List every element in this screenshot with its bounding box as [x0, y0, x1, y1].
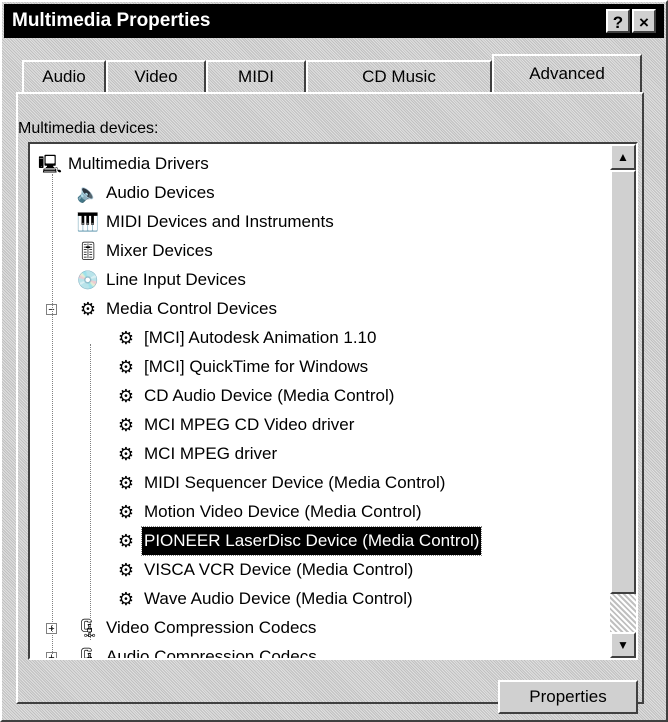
- title-bar[interactable]: Multimedia Properties ? ×: [4, 4, 664, 38]
- tab-midi[interactable]: MIDI: [206, 60, 306, 92]
- device-icon: ⚙: [117, 415, 135, 435]
- tree-item-label: Line Input Devices: [106, 270, 246, 289]
- tree-item[interactable]: ⚙ MCI MPEG CD Video driver: [30, 411, 605, 439]
- tree-item-label: Audio Compression Codecs: [106, 647, 317, 660]
- tree-item-label: Mixer Devices: [106, 241, 213, 260]
- tree-item-label: MIDI Devices and Instruments: [106, 212, 334, 231]
- device-icon: ⚙: [117, 589, 135, 609]
- tree-item[interactable]: ⚙ Motion Video Device (Media Control): [30, 498, 605, 526]
- tree-item-selected[interactable]: ⚙ PIONEER LaserDisc Device (Media Control…: [30, 526, 605, 556]
- tree-item-label: [MCI] QuickTime for Windows: [144, 357, 369, 376]
- help-button[interactable]: ?: [606, 9, 630, 33]
- tree-item[interactable]: 🖳 Multimedia Drivers: [30, 150, 605, 178]
- tree-item-label: Multimedia Drivers: [68, 154, 209, 173]
- tab-cd-music[interactable]: CD Music: [306, 60, 492, 92]
- mixer-icon: 🎚: [76, 241, 100, 261]
- midi-icon: 🎹: [76, 212, 100, 232]
- tree-item[interactable]: 💿 Line Input Devices: [30, 266, 605, 294]
- computer-icon: 🖳: [38, 154, 63, 174]
- device-icon: ⚙: [117, 386, 135, 406]
- multimedia-devices-label: Multimedia devices:: [18, 120, 159, 137]
- tree-item[interactable]: ⚙ Wave Audio Device (Media Control): [30, 585, 605, 613]
- tree-item[interactable]: + 🗜 Video Compression Codecs: [30, 614, 605, 642]
- tree-item-label: Motion Video Device (Media Control): [144, 502, 422, 521]
- tree-item-label: MIDI Sequencer Device (Media Control): [144, 473, 446, 492]
- codec-icon: 🗜: [76, 647, 100, 660]
- tree-item[interactable]: ⚙ VISCA VCR Device (Media Control): [30, 556, 605, 584]
- tree-item-label: MCI MPEG CD Video driver: [144, 415, 355, 434]
- tab-strip: Audio Video MIDI CD Music Advanced: [20, 54, 644, 94]
- tree-item[interactable]: ⚙ [MCI] Autodesk Animation 1.10: [30, 324, 605, 352]
- device-icon: ⚙: [117, 560, 135, 580]
- tree-item[interactable]: ⚙ CD Audio Device (Media Control): [30, 382, 605, 410]
- tree-item-label: PIONEER LaserDisc Device (Media Control): [140, 526, 483, 556]
- tree-item-label: Wave Audio Device (Media Control): [144, 589, 413, 608]
- tree-item[interactable]: ⚙ MIDI Sequencer Device (Media Control): [30, 469, 605, 497]
- device-icon: ⚙: [117, 502, 135, 522]
- device-icon: ⚙: [117, 444, 135, 464]
- scroll-thumb[interactable]: [610, 170, 636, 594]
- tree-item-label: VISCA VCR Device (Media Control): [144, 560, 414, 579]
- speaker-icon: 🔈: [76, 183, 100, 203]
- device-icon: ⚙: [117, 328, 135, 348]
- tree-item[interactable]: ⚙ MCI MPEG driver: [30, 440, 605, 468]
- device-icon: ⚙: [117, 357, 135, 377]
- tree-item-label: MCI MPEG driver: [144, 444, 278, 463]
- tree-item-label: [MCI] Autodesk Animation 1.10: [144, 328, 377, 347]
- tree-item-label: Media Control Devices: [106, 299, 278, 318]
- tree-item-label: Video Compression Codecs: [106, 618, 317, 637]
- media-control-icon: ⚙: [79, 299, 97, 319]
- scroll-up-button[interactable]: ▲: [610, 144, 636, 170]
- tree-item-label: CD Audio Device (Media Control): [144, 386, 395, 405]
- vertical-scrollbar[interactable]: ▲ ▼: [610, 144, 636, 658]
- multimedia-properties-window: Multimedia Properties ? × Audio Video MI…: [0, 0, 668, 722]
- tab-advanced[interactable]: Advanced: [492, 54, 642, 94]
- tree-connector: [52, 174, 53, 654]
- tree-item[interactable]: 🎹 MIDI Devices and Instruments: [30, 208, 605, 236]
- tab-video[interactable]: Video: [106, 60, 206, 92]
- tree-item-label: Audio Devices: [106, 183, 215, 202]
- tree-item[interactable]: 🔈 Audio Devices: [30, 179, 605, 207]
- tree-item[interactable]: + 🗜 Audio Compression Codecs: [30, 643, 605, 660]
- tree-connector: [90, 344, 91, 640]
- device-tree: 🖳 Multimedia Drivers 🔈 Audio Devices 🎹 MIDI D…: [30, 144, 610, 658]
- scroll-down-button[interactable]: ▼: [610, 632, 636, 658]
- tab-audio[interactable]: Audio: [22, 60, 106, 92]
- tree-item[interactable]: 🎚 Mixer Devices: [30, 237, 605, 265]
- tree-item[interactable]: ⚙ [MCI] QuickTime for Windows: [30, 353, 605, 381]
- device-icon: ⚙: [117, 531, 135, 551]
- properties-button[interactable]: Properties: [498, 680, 638, 714]
- device-icon: ⚙: [117, 473, 135, 493]
- window-title: Multimedia Properties: [12, 10, 211, 31]
- tree-item[interactable]: − ⚙ Media Control Devices: [30, 295, 605, 323]
- device-tree-view[interactable]: 🖳 Multimedia Drivers 🔈 Audio Devices 🎹 MIDI D…: [28, 142, 638, 660]
- cd-icon: 💿: [76, 270, 100, 290]
- codec-icon: 🗜: [76, 618, 100, 638]
- close-button[interactable]: ×: [632, 9, 656, 33]
